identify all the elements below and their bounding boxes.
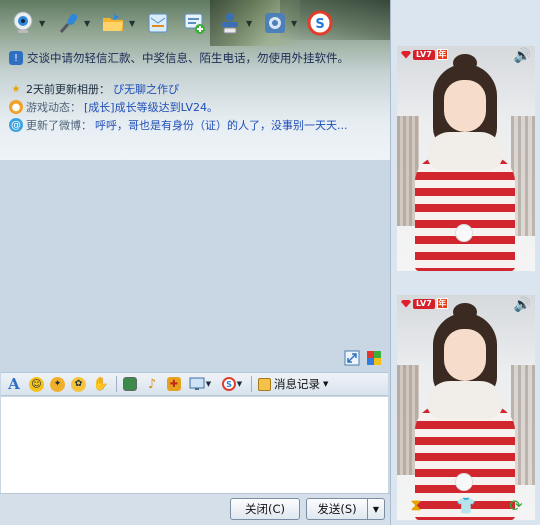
contact-avatar-show[interactable]: LV7 年 🔊 — [397, 46, 535, 271]
magic-emoji-icon[interactable]: ✦ — [50, 376, 65, 392]
send-options-dropdown[interactable]: ▼ — [367, 498, 385, 520]
hourglass-icon[interactable]: ⧗ — [405, 494, 427, 516]
emoji-icon[interactable]: ☺ — [29, 376, 44, 392]
figure-scarf — [427, 381, 503, 419]
video-call-button[interactable]: ▼ — [6, 5, 49, 41]
voice-call-button[interactable]: ▼ — [51, 5, 94, 41]
chevron-down-icon[interactable]: ▼ — [246, 19, 254, 28]
chat-history-pane[interactable]: ! 交谈中请勿轻信汇款、中奖信息、陌生电话，勿使用外挂软件。 ★ 2天前更新相册… — [1, 46, 388, 372]
weibo-icon: @ — [9, 118, 23, 132]
shield-icon: ! — [9, 51, 23, 65]
add-chat-icon — [179, 8, 209, 38]
game-update: ● 游戏动态： [成长]成长等级达到LV24。 — [9, 99, 218, 115]
image-icon[interactable] — [123, 377, 137, 391]
sogou-small-icon[interactable]: S ▼ — [219, 375, 245, 393]
chevron-down-icon: ▼ — [372, 504, 380, 514]
year-badge: 年 — [436, 298, 448, 309]
weibo-prefix: 更新了微博： — [26, 119, 92, 132]
font-icon[interactable]: A — [5, 375, 23, 393]
level-badge: LV7 年 — [401, 49, 448, 60]
app-box-icon — [260, 8, 290, 38]
music-icon[interactable]: ♪ — [143, 375, 161, 393]
chevron-down-icon[interactable]: ▼ — [84, 19, 92, 28]
message-input[interactable] — [1, 397, 388, 493]
album-update: ★ 2天前更新相册： ぴ无聊之作ぴ — [9, 81, 179, 97]
chevron-down-icon: ▼ — [236, 380, 243, 388]
doodle-icon[interactable]: ✿ — [71, 376, 86, 392]
chevron-down-icon[interactable]: ▼ — [129, 19, 137, 28]
send-file-button[interactable]: ▼ — [96, 5, 139, 41]
figure-sweater — [415, 156, 515, 271]
shake-icon[interactable]: ✋ — [92, 375, 110, 393]
theme-icon[interactable] — [366, 350, 382, 366]
folder-icon — [98, 8, 128, 38]
figure-hair-bun — [453, 54, 477, 72]
notice-text: 交谈中请勿轻信汇款、中奖信息、陌生电话，勿使用外挂软件。 — [27, 51, 349, 65]
refresh-icon[interactable]: ⟳ — [505, 494, 527, 516]
chevron-down-icon[interactable]: ▼ — [291, 19, 299, 28]
level-label: LV7 — [413, 49, 435, 60]
show-panel: LV7 年 🔊 LV7 年 🔊 ⧗ 👕 ⟳ — [390, 0, 540, 525]
close-button[interactable]: 关闭(C) — [230, 498, 300, 520]
figure-pompom — [455, 224, 473, 242]
figure-scarf — [427, 132, 503, 170]
year-badge: 年 — [436, 49, 448, 60]
chevron-down-icon[interactable]: ▼ — [39, 19, 47, 28]
star-icon: ★ — [11, 83, 21, 95]
diamond-icon — [401, 50, 411, 59]
chat-corner-tools — [344, 350, 382, 366]
weibo-update: @ 更新了微博： 呼呼，哥也是有身份（证）的人了，没事别一天天... — [9, 117, 348, 133]
figure-face — [444, 80, 486, 132]
history-label: 消息记录 — [274, 377, 320, 391]
create-group-button[interactable] — [177, 5, 211, 41]
action-bar: 关闭(C) 发送(S) ▼ — [0, 493, 390, 525]
microphone-icon — [53, 8, 83, 38]
album-prefix: 2天前更新相册： — [26, 83, 110, 96]
sms-icon — [143, 8, 173, 38]
svg-text:S: S — [315, 17, 324, 32]
show-tools: ⧗ 👕 ⟳ — [391, 490, 540, 520]
level-label: LV7 — [413, 298, 435, 309]
history-icon — [258, 377, 271, 391]
remote-icon — [215, 8, 245, 38]
send-sms-button[interactable] — [141, 5, 175, 41]
sogou-icon: S — [305, 8, 335, 38]
game-link[interactable]: [成长]成长等级达到LV24。 — [84, 99, 218, 115]
speaker-icon[interactable]: 🔊 — [514, 48, 531, 64]
divider — [251, 376, 252, 392]
format-toolbar: A ☺ ✦ ✿ ✋ ♪ ✚ ▼ S ▼ 消息记录 ▼ — [1, 372, 388, 396]
expand-icon[interactable] — [344, 350, 360, 366]
diamond-icon — [401, 299, 411, 308]
speaker-icon[interactable]: 🔊 — [514, 297, 531, 313]
webcam-icon — [8, 8, 38, 38]
game-icon: ● — [9, 100, 23, 114]
figure-hair-bun — [453, 303, 477, 321]
apps-button[interactable]: ▼ — [258, 5, 301, 41]
sogou-button[interactable]: S — [303, 5, 337, 41]
shirt-icon[interactable]: 👕 — [455, 494, 477, 516]
top-toolbar: ▼ ▼ ▼ ▼ ▼ S — [0, 0, 390, 46]
game-prefix: 游戏动态： — [26, 101, 81, 114]
send-button[interactable]: 发送(S) — [306, 498, 368, 520]
my-avatar-show[interactable]: LV7 年 🔊 — [397, 295, 535, 520]
weibo-link[interactable]: 呼呼，哥也是有身份（证）的人了，没事别一天天... — [95, 117, 348, 133]
gift-icon[interactable]: ✚ — [167, 377, 181, 391]
security-notice: ! 交谈中请勿轻信汇款、中奖信息、陌生电话，勿使用外挂软件。 — [9, 50, 349, 66]
figure-pompom — [455, 473, 473, 491]
screenshot-icon[interactable]: ▼ — [187, 375, 213, 393]
message-history-button[interactable]: 消息记录 ▼ — [258, 376, 328, 392]
album-link[interactable]: ぴ无聊之作ぴ — [113, 81, 179, 97]
chevron-down-icon: ▼ — [323, 380, 329, 388]
chevron-down-icon: ▼ — [205, 380, 212, 388]
level-badge: LV7 年 — [401, 298, 448, 309]
svg-text:S: S — [226, 380, 232, 389]
remote-assist-button[interactable]: ▼ — [213, 5, 256, 41]
figure-face — [444, 329, 486, 381]
divider — [116, 376, 117, 392]
